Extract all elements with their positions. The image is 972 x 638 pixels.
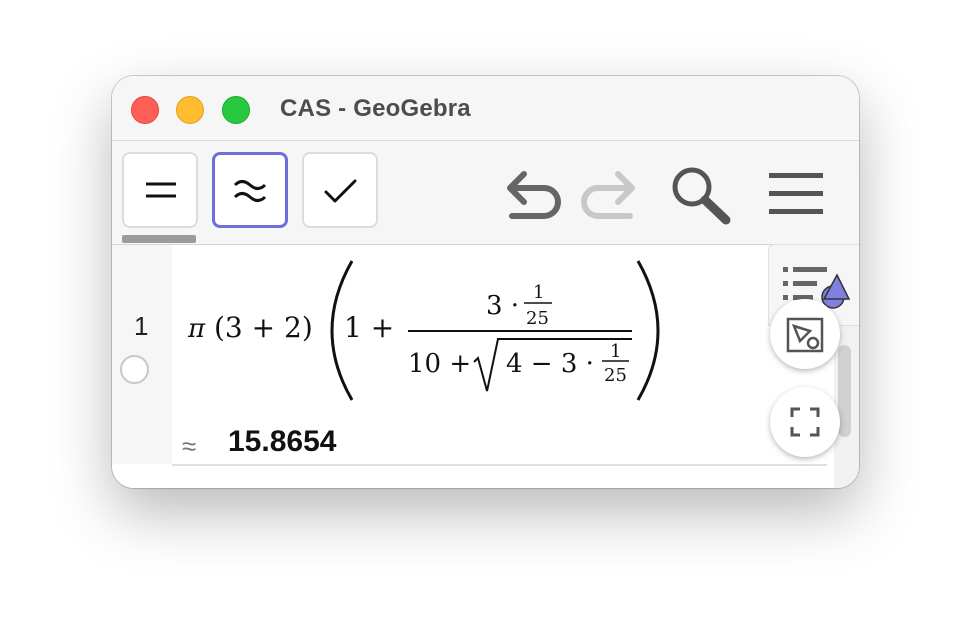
- keep-input-button[interactable]: [302, 152, 378, 228]
- fullscreen-icon: [790, 407, 820, 437]
- title-bar: CAS - GeoGebra: [112, 76, 859, 141]
- sqrt-content: 4 − 3 ·: [506, 349, 594, 379]
- equals-icon: [146, 182, 176, 198]
- output-approx-symbol: ≈: [182, 431, 197, 461]
- zoom-window-button[interactable]: [222, 96, 250, 124]
- row-header: 1: [112, 245, 172, 464]
- undo-icon[interactable]: [502, 166, 566, 222]
- fullscreen-button[interactable]: [770, 387, 840, 457]
- approx-icon: [233, 180, 267, 202]
- sqrt-frac-den: 25: [604, 365, 627, 386]
- numerator-frac-num: 1: [533, 282, 544, 303]
- menu-icon[interactable]: [767, 169, 825, 219]
- numeric-button[interactable]: [212, 152, 288, 228]
- sqrt-frac-num: 1: [610, 341, 621, 362]
- one-plus-term: 1 +: [344, 311, 394, 344]
- checkmark-icon: [324, 179, 357, 203]
- row-visibility-toggle[interactable]: [120, 355, 149, 384]
- minimize-window-button[interactable]: [176, 96, 204, 124]
- row-number: 1: [134, 311, 149, 341]
- redo-icon[interactable]: [576, 166, 640, 222]
- graphics-tools-button[interactable]: [770, 299, 840, 369]
- numerator-coefficient: 3 ·: [486, 291, 519, 321]
- numerator-frac-den: 25: [526, 308, 549, 329]
- search-icon[interactable]: [668, 163, 734, 229]
- evaluate-button[interactable]: [122, 152, 198, 228]
- sum-term: (3 + 2): [214, 311, 313, 344]
- cas-cell[interactable]: π (3 + 2) 1 + 3 · 1 25 10 + 4 − 3 · 1 25: [172, 245, 827, 466]
- pi-symbol: π: [187, 314, 206, 344]
- cas-view: 1 π (3 + 2) 1 + 3 · 1 25 10 + 4 − 3 · 1 …: [112, 245, 859, 488]
- geometry-tool-icon: [786, 317, 824, 353]
- active-indicator: [122, 235, 196, 243]
- window-title: CAS - GeoGebra: [280, 95, 471, 122]
- cas-input-expression[interactable]: π (3 + 2) 1 + 3 · 1 25 10 + 4 − 3 · 1 25: [172, 245, 827, 425]
- geogebra-window: CAS - GeoGebra 1 π (3 + 2) 1 + 3 · 1 25 …: [112, 76, 859, 488]
- denominator-prefix: 10 +: [408, 349, 471, 379]
- close-window-button[interactable]: [131, 96, 159, 124]
- cas-toolbar: [112, 141, 859, 245]
- cas-output-value: 15.8654: [228, 425, 337, 458]
